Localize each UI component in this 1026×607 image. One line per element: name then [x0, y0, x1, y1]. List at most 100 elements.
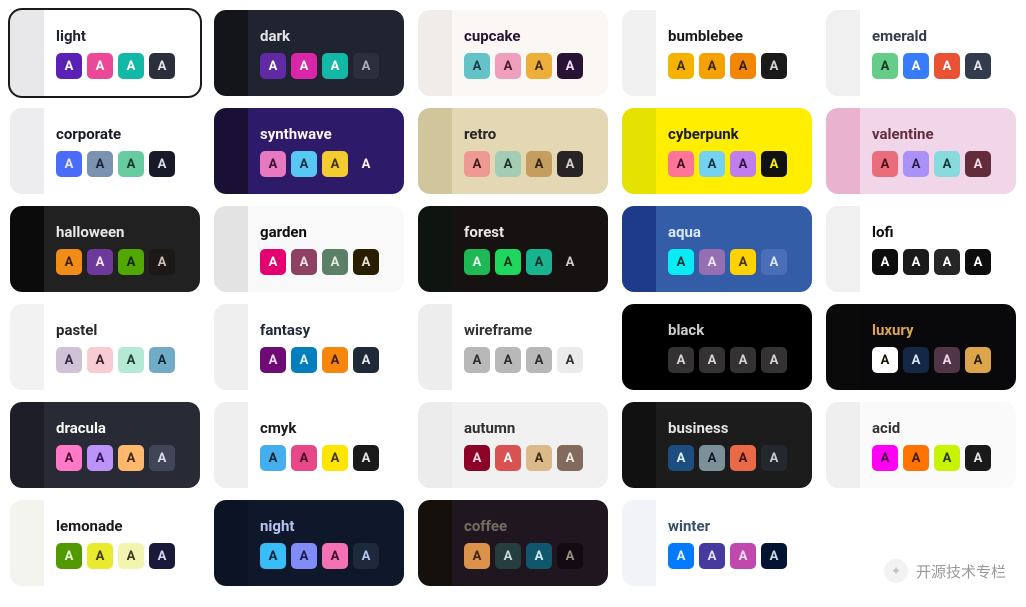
theme-edge: [10, 206, 44, 292]
swatch-2: A: [526, 347, 552, 373]
theme-card-lemonade[interactable]: lemonadeAAAA: [10, 500, 200, 586]
theme-body: nightAAAA: [248, 500, 404, 586]
theme-edge: [622, 500, 656, 586]
swatch-0: A: [260, 53, 286, 79]
theme-card-lofi[interactable]: lofiAAAA: [826, 206, 1016, 292]
theme-name: dark: [260, 27, 392, 45]
theme-name: cmyk: [260, 419, 392, 437]
theme-card-emerald[interactable]: emeraldAAAA: [826, 10, 1016, 96]
swatch-row: AAAA: [872, 347, 1004, 373]
theme-card-fantasy[interactable]: fantasyAAAA: [214, 304, 404, 390]
swatch-2: A: [526, 543, 552, 569]
swatch-row: AAAA: [668, 347, 800, 373]
theme-body: lightAAAA: [44, 10, 200, 96]
theme-card-retro[interactable]: retroAAAA: [418, 108, 608, 194]
theme-edge: [214, 108, 248, 194]
swatch-2: A: [730, 53, 756, 79]
theme-body: cyberpunkAAAA: [656, 108, 812, 194]
theme-edge: [214, 304, 248, 390]
theme-body: lofiAAAA: [860, 206, 1016, 292]
theme-card-corporate[interactable]: corporateAAAA: [10, 108, 200, 194]
theme-card-cyberpunk[interactable]: cyberpunkAAAA: [622, 108, 812, 194]
theme-card-light[interactable]: lightAAAA: [10, 10, 200, 96]
theme-edge: [418, 304, 452, 390]
swatch-3: A: [761, 543, 787, 569]
theme-edge: [10, 402, 44, 488]
theme-card-cupcake[interactable]: cupcake AAAA: [418, 10, 608, 96]
theme-card-dracula[interactable]: draculaAAAA: [10, 402, 200, 488]
swatch-row: AAAA: [260, 53, 392, 79]
swatch-2: A: [322, 445, 348, 471]
theme-body: valentineAAAA: [860, 108, 1016, 194]
swatch-2: A: [730, 445, 756, 471]
theme-body: draculaAAAA: [44, 402, 200, 488]
theme-card-winter[interactable]: winterAAAA: [622, 500, 812, 586]
theme-card-synthwave[interactable]: synthwaveAAAA: [214, 108, 404, 194]
theme-card-bumblebee[interactable]: bumblebeeAAAA: [622, 10, 812, 96]
swatch-0: A: [668, 53, 694, 79]
theme-body: bumblebeeAAAA: [656, 10, 812, 96]
theme-edge: [418, 206, 452, 292]
theme-body: gardenAAAA: [248, 206, 404, 292]
swatch-1: A: [87, 543, 113, 569]
swatch-1: A: [87, 445, 113, 471]
theme-edge: [214, 402, 248, 488]
swatch-0: A: [668, 543, 694, 569]
swatch-0: A: [56, 151, 82, 177]
theme-edge: [826, 402, 860, 488]
swatch-3: A: [353, 445, 379, 471]
theme-card-halloween[interactable]: halloweenAAAA: [10, 206, 200, 292]
theme-card-autumn[interactable]: autumnAAAA: [418, 402, 608, 488]
theme-body: retroAAAA: [452, 108, 608, 194]
swatch-row: AAAA: [872, 151, 1004, 177]
swatch-1: A: [87, 151, 113, 177]
swatch-row: AAAA: [464, 543, 596, 569]
theme-edge: [214, 500, 248, 586]
theme-name: aqua: [668, 223, 800, 241]
theme-name: forest: [464, 223, 596, 241]
theme-edge: [826, 10, 860, 96]
swatch-3: A: [149, 347, 175, 373]
swatch-0: A: [260, 347, 286, 373]
swatch-row: AAAA: [464, 347, 596, 373]
theme-card-cmyk[interactable]: cmykAAAA: [214, 402, 404, 488]
swatch-row: AAAA: [56, 53, 188, 79]
theme-card-dark[interactable]: dark AAAA: [214, 10, 404, 96]
theme-body: acidAAAA: [860, 402, 1016, 488]
theme-card-business[interactable]: businessAAAA: [622, 402, 812, 488]
theme-card-pastel[interactable]: pastelAAAA: [10, 304, 200, 390]
theme-card-aqua[interactable]: aquaAAAA: [622, 206, 812, 292]
theme-edge: [826, 304, 860, 390]
swatch-1: A: [699, 151, 725, 177]
swatch-row: AAAA: [260, 347, 392, 373]
theme-card-valentine[interactable]: valentineAAAA: [826, 108, 1016, 194]
swatch-row: AAAA: [260, 151, 392, 177]
swatch-2: A: [526, 445, 552, 471]
theme-card-luxury[interactable]: luxuryAAAA: [826, 304, 1016, 390]
swatch-1: A: [291, 151, 317, 177]
theme-name: pastel: [56, 321, 188, 339]
theme-edge: [826, 108, 860, 194]
swatch-3: A: [761, 53, 787, 79]
theme-edge: [622, 10, 656, 96]
swatch-row: AAAA: [668, 151, 800, 177]
theme-card-wireframe[interactable]: wireframeAAAA: [418, 304, 608, 390]
theme-card-night[interactable]: nightAAAA: [214, 500, 404, 586]
swatch-1: A: [699, 347, 725, 373]
theme-card-acid[interactable]: acidAAAA: [826, 402, 1016, 488]
swatch-1: A: [495, 151, 521, 177]
theme-name: cupcake: [464, 27, 596, 45]
swatch-row: AAAA: [464, 53, 596, 79]
theme-body: fantasyAAAA: [248, 304, 404, 390]
swatch-row: AAAA: [464, 249, 596, 275]
theme-body: dark AAAA: [248, 10, 404, 96]
swatch-0: A: [872, 445, 898, 471]
theme-card-coffee[interactable]: coffeeAAAA: [418, 500, 608, 586]
swatch-0: A: [668, 249, 694, 275]
theme-card-black[interactable]: blackAAAA: [622, 304, 812, 390]
theme-card-forest[interactable]: forest AAAA: [418, 206, 608, 292]
theme-card-garden[interactable]: gardenAAAA: [214, 206, 404, 292]
swatch-0: A: [260, 543, 286, 569]
swatch-1: A: [87, 347, 113, 373]
theme-edge: [418, 108, 452, 194]
